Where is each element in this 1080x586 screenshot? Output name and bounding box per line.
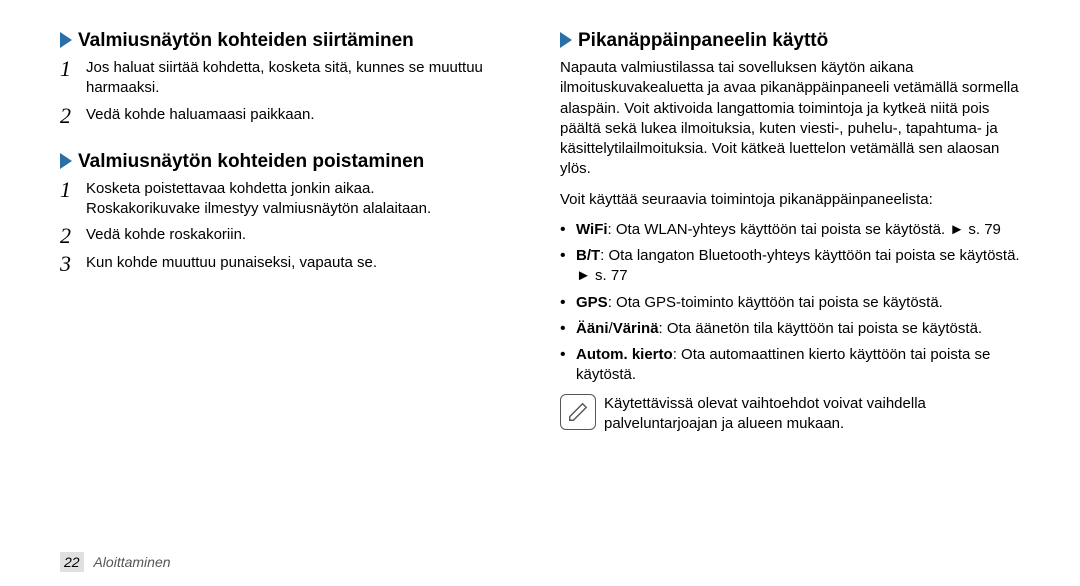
step-number: 2 <box>60 105 86 127</box>
bullet-item: • B/T: Ota langaton Bluetooth-yhteys käy… <box>560 246 1020 287</box>
step-text: Vedä kohde haluamaasi paikkaan. <box>86 105 315 125</box>
step-item: 1 Jos haluat siirtää kohdetta, kosketa s… <box>60 58 520 99</box>
bullet-label: GPS <box>576 294 608 311</box>
step-item: 1 Kosketa poistettavaa kohdetta jonkin a… <box>60 179 520 220</box>
bullet-text: GPS: Ota GPS-toiminto käyttöön tai poist… <box>576 293 943 313</box>
bullet-dot: • <box>560 220 576 239</box>
bullet-desc: : Ota GPS-toiminto käyttöön tai poista s… <box>608 294 943 311</box>
bullet-text: B/T: Ota langaton Bluetooth-yhteys käytt… <box>576 246 1020 287</box>
footer-section: Aloittaminen <box>93 554 170 570</box>
note-icon <box>560 394 596 430</box>
bullet-item: • Autom. kierto: Ota automaattinen kiert… <box>560 345 1020 386</box>
chevron-icon <box>560 32 572 48</box>
section-title-text: Valmiusnäytön kohteiden siirtäminen <box>78 30 414 52</box>
bullet-dot: • <box>560 293 576 312</box>
step-text: Jos haluat siirtää kohdetta, kosketa sit… <box>86 58 520 99</box>
left-column: Valmiusnäytön kohteiden siirtäminen 1 Jo… <box>60 30 520 434</box>
step-item: 3 Kun kohde muuttuu punaiseksi, vapauta … <box>60 253 520 275</box>
section-title-move: Valmiusnäytön kohteiden siirtäminen <box>60 30 520 52</box>
bullet-desc: : Ota langaton Bluetooth-yhteys käyttöön… <box>576 247 1020 284</box>
bullet-dot: • <box>560 345 576 364</box>
page-number: 22 <box>60 552 84 572</box>
bullet-item: • WiFi: Ota WLAN-yhteys käyttöön tai poi… <box>560 220 1020 240</box>
bullet-label: WiFi <box>576 221 608 238</box>
step-line: Roskakorikuvake ilmestyy valmiusnäytön a… <box>86 200 431 217</box>
step-line: Kosketa poistettavaa kohdetta jonkin aik… <box>86 180 375 197</box>
bullet-text: Ääni/Värinä: Ota äänetön tila käyttöön t… <box>576 319 982 339</box>
bullet-dot: • <box>560 319 576 338</box>
note-row: Käytettävissä olevat vaihtoehdot voivat … <box>560 394 1020 435</box>
page-footer: 22 Aloittaminen <box>60 554 171 570</box>
bullet-label: Ääni <box>576 320 609 337</box>
bullet-desc: : Ota äänetön tila käyttöön tai poista s… <box>659 320 983 337</box>
bullet-text: Autom. kierto: Ota automaattinen kierto … <box>576 345 1020 386</box>
step-number: 1 <box>60 58 86 80</box>
step-text: Kosketa poistettavaa kohdetta jonkin aik… <box>86 179 431 220</box>
right-column: Pikanäppäinpaneelin käyttö Napauta valmi… <box>560 30 1020 434</box>
step-number: 3 <box>60 253 86 275</box>
chevron-icon <box>60 153 72 169</box>
step-text: Vedä kohde roskakoriin. <box>86 225 246 245</box>
section-title-text: Valmiusnäytön kohteiden poistaminen <box>78 151 424 173</box>
intro-paragraph: Napauta valmiustilassa tai sovelluksen k… <box>560 58 1020 180</box>
bullet-item: • GPS: Ota GPS-toiminto käyttöön tai poi… <box>560 293 1020 313</box>
bullet-label: B/T <box>576 247 600 264</box>
document-page: Valmiusnäytön kohteiden siirtäminen 1 Jo… <box>0 0 1080 586</box>
step-item: 2 Vedä kohde roskakoriin. <box>60 225 520 247</box>
step-text: Kun kohde muuttuu punaiseksi, vapauta se… <box>86 253 377 273</box>
section-title-text: Pikanäppäinpaneelin käyttö <box>578 30 828 52</box>
bullet-text: WiFi: Ota WLAN-yhteys käyttöön tai poist… <box>576 220 1001 240</box>
lead-paragraph: Voit käyttää seuraavia toimintoja pikanä… <box>560 190 1020 210</box>
section-title-remove: Valmiusnäytön kohteiden poistaminen <box>60 151 520 173</box>
note-text: Käytettävissä olevat vaihtoehdot voivat … <box>604 394 1020 435</box>
content-columns: Valmiusnäytön kohteiden siirtäminen 1 Jo… <box>60 30 1020 434</box>
step-item: 2 Vedä kohde haluamaasi paikkaan. <box>60 105 520 127</box>
bullet-dot: • <box>560 246 576 265</box>
step-number: 1 <box>60 179 86 201</box>
bullet-desc: : Ota WLAN-yhteys käyttöön tai poista se… <box>608 221 1001 238</box>
bullet-label: Värinä <box>613 320 659 337</box>
chevron-icon <box>60 32 72 48</box>
step-number: 2 <box>60 225 86 247</box>
pencil-paper-icon <box>567 401 589 423</box>
bullet-item: • Ääni/Värinä: Ota äänetön tila käyttöön… <box>560 319 1020 339</box>
bullet-label: Autom. kierto <box>576 346 673 363</box>
section-title-quickpanel: Pikanäppäinpaneelin käyttö <box>560 30 1020 52</box>
